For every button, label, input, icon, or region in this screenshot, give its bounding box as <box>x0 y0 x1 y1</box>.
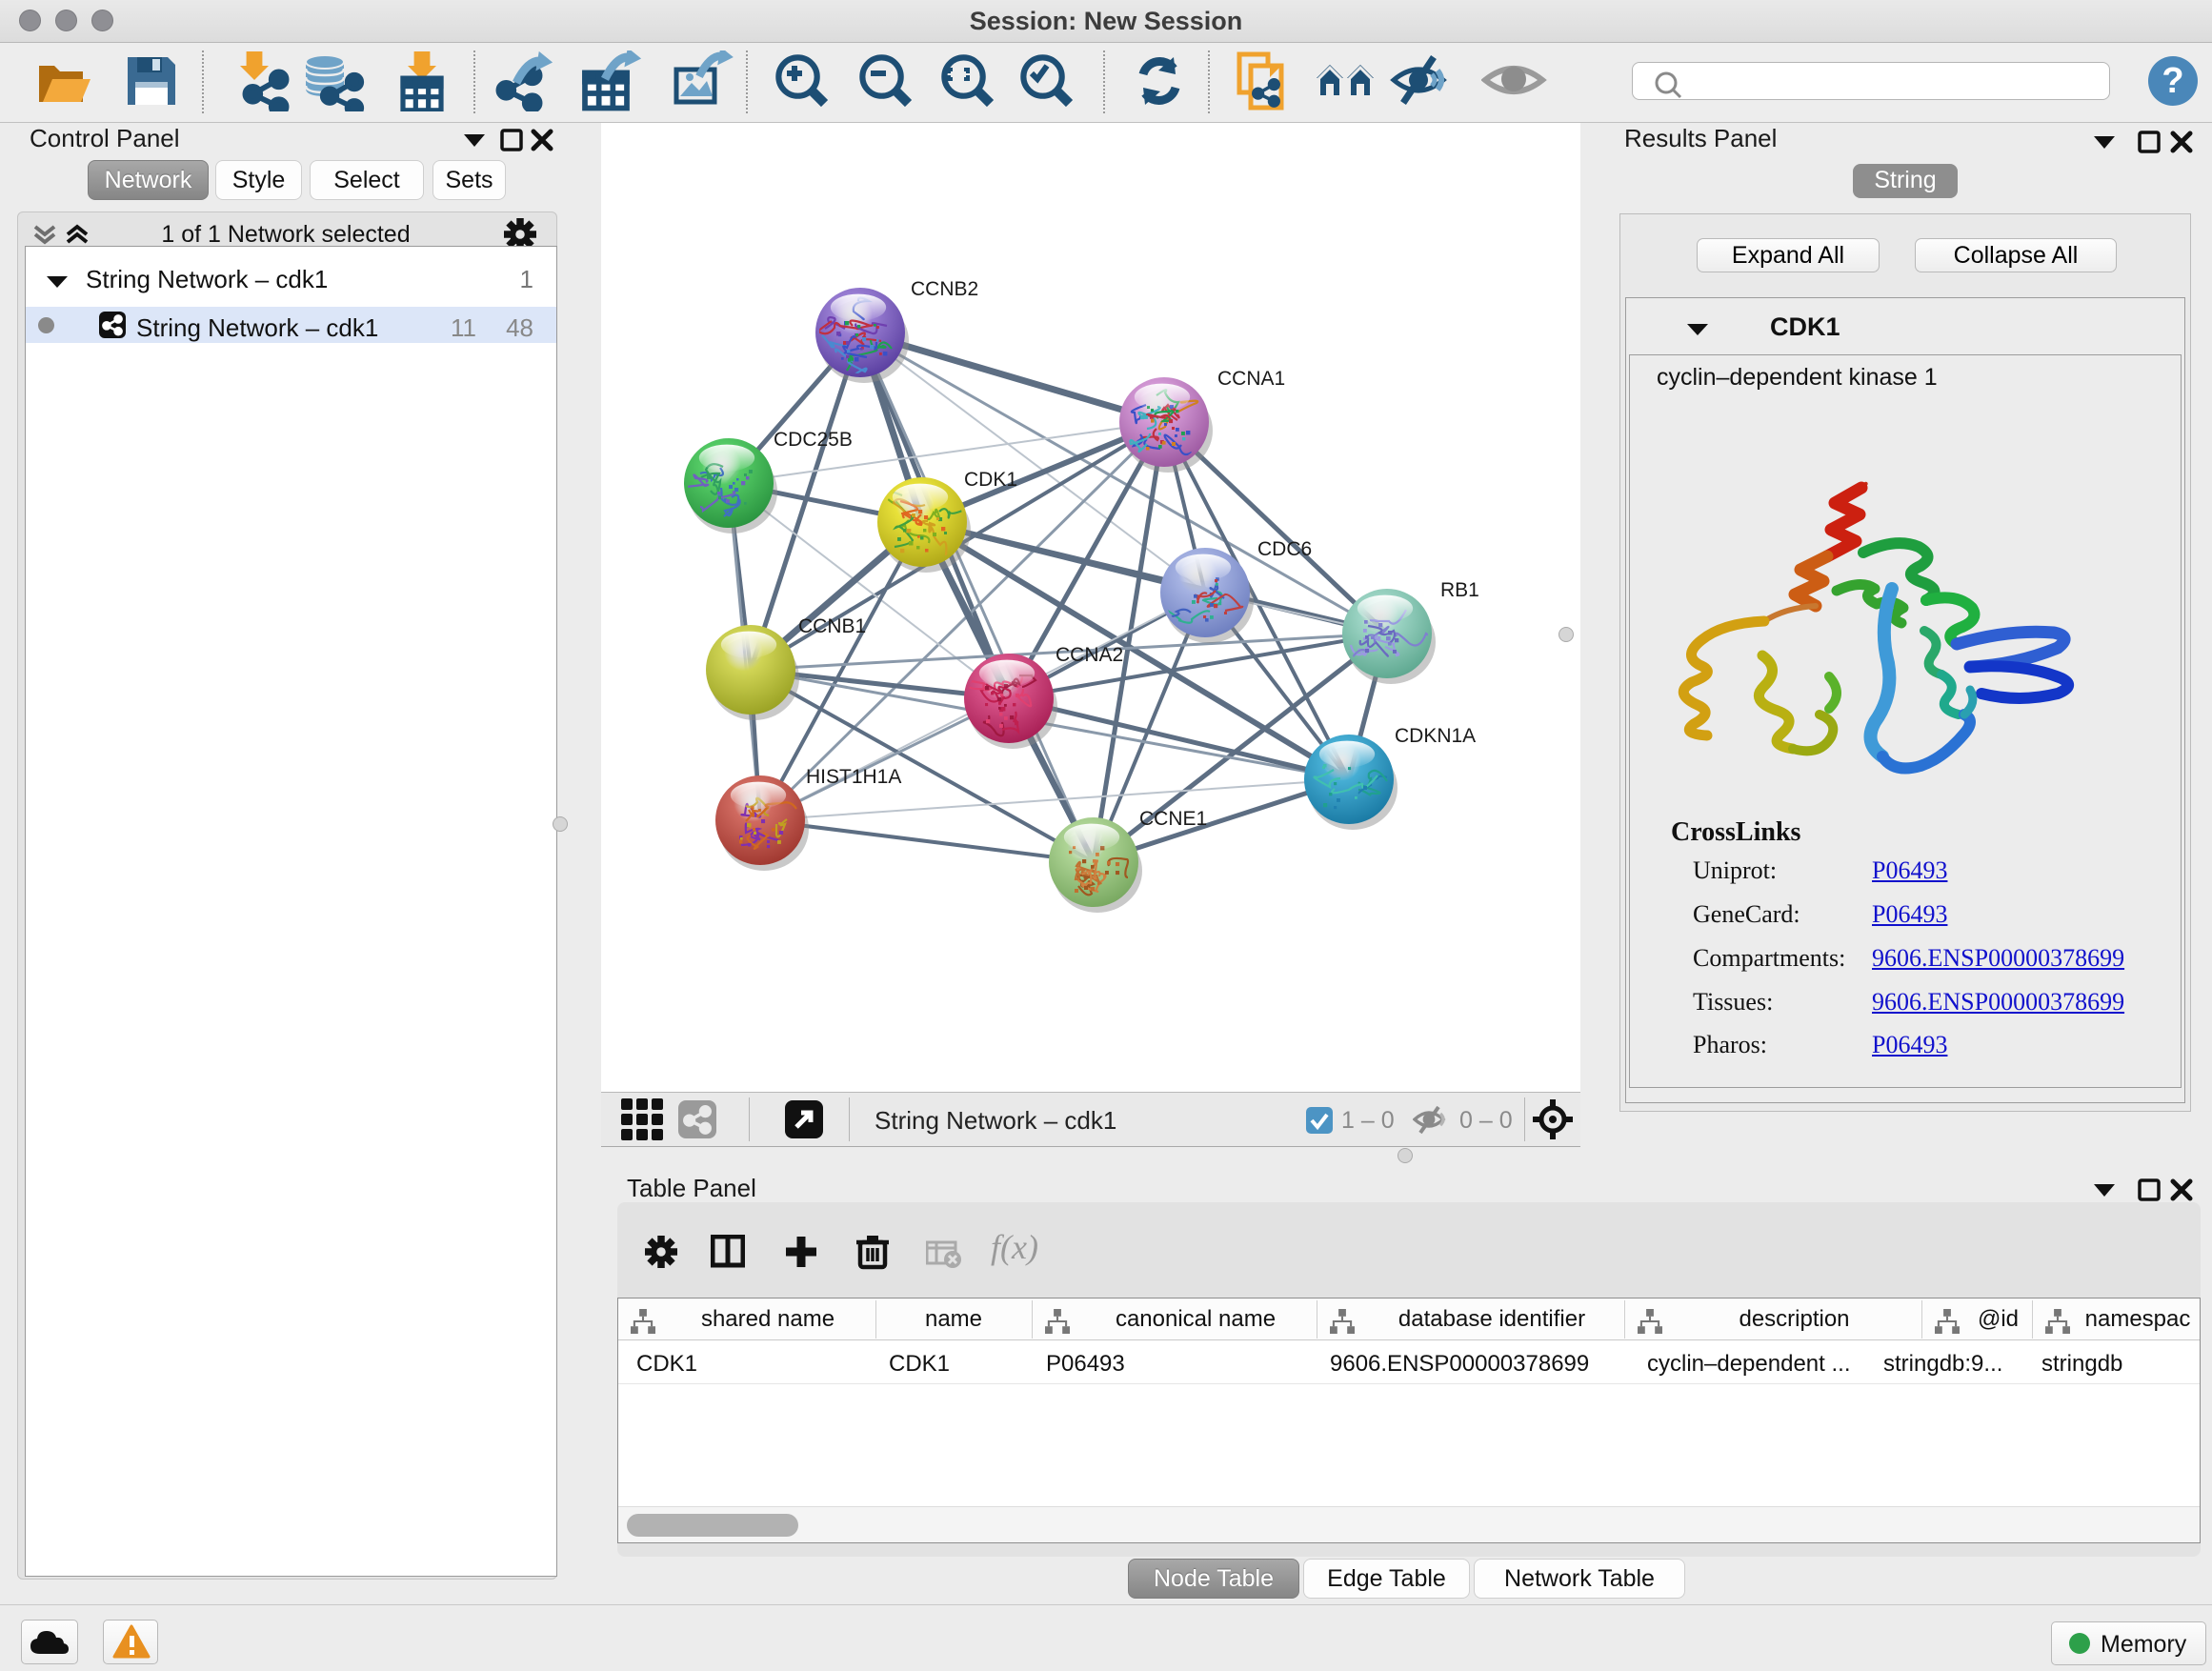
svg-text:CCNB1: CCNB1 <box>798 615 866 637</box>
svg-text:HIST1H1A: HIST1H1A <box>806 766 901 788</box>
svg-text:CCNA2: CCNA2 <box>1056 644 1123 666</box>
svg-text:?: ? <box>2162 61 2183 101</box>
svg-text:RB1: RB1 <box>1440 579 1479 601</box>
svg-text:CCNE1: CCNE1 <box>1139 808 1207 830</box>
svg-text:CCNA1: CCNA1 <box>1217 368 1285 390</box>
svg-text:CCNB2: CCNB2 <box>911 278 978 300</box>
svg-text:CDKN1A: CDKN1A <box>1395 725 1476 747</box>
svg-text:CDC6: CDC6 <box>1257 538 1312 560</box>
svg-text:CDK1: CDK1 <box>964 469 1017 491</box>
svg-text:CDC25B: CDC25B <box>774 429 853 451</box>
